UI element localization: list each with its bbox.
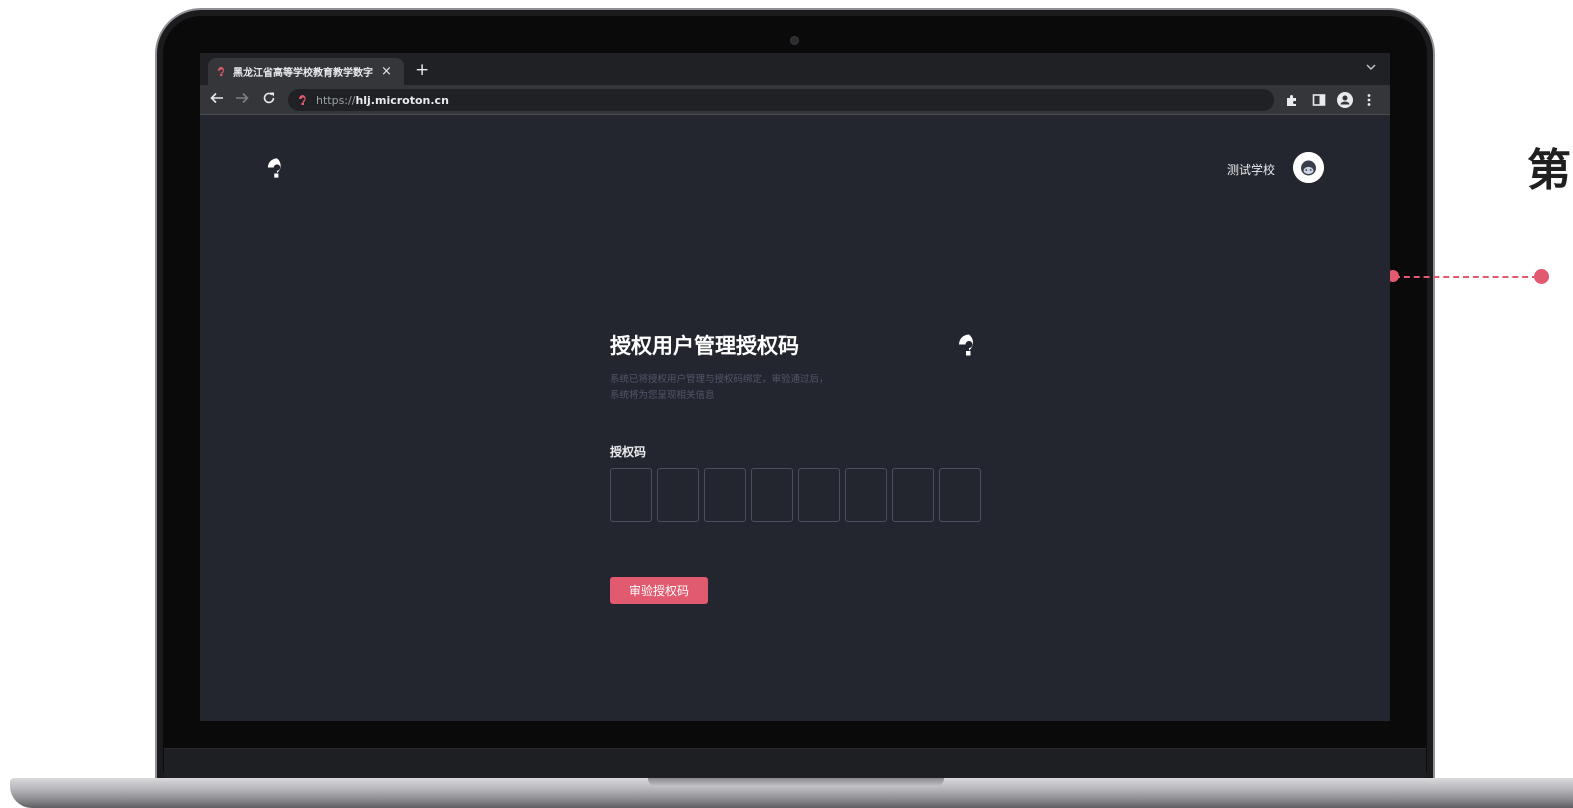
school-name[interactable]: 测试学校 <box>1227 161 1275 178</box>
auth-code-input-group <box>610 468 981 522</box>
url-scheme: https:// <box>316 93 356 107</box>
browser-tab[interactable]: 黑龙江省高等学校教育教学数字 × <box>208 58 404 85</box>
puzzle-icon[interactable] <box>1285 92 1299 108</box>
address-bar[interactable]: https:// hlj.microton.cn <box>288 89 1274 111</box>
avatar-face-icon <box>1293 152 1324 183</box>
auth-code-label: 授权码 <box>610 445 647 459</box>
auth-code-digit-1[interactable] <box>610 468 652 522</box>
dashed-connector-line <box>1394 276 1538 278</box>
tab-close-icon[interactable]: × <box>381 65 392 78</box>
chevron-down-icon[interactable] <box>1366 62 1376 72</box>
auth-code-digit-8[interactable] <box>939 468 981 522</box>
arrow-left-icon[interactable] <box>210 91 224 105</box>
page-content: 测试学校 授权用户管理授权码 系统已将授权用户管理与授权码绑定，审验通过后， 系… <box>200 115 1390 721</box>
description-line-2: 系统将为您呈现相关信息 <box>610 390 715 401</box>
browser-window: 黑龙江省高等学校教育教学数字 × + https:// hlj.microton… <box>200 53 1390 721</box>
brand-logo-icon <box>959 334 973 356</box>
profile-icon[interactable] <box>1337 92 1353 108</box>
side-heading-fragment: 第 <box>1527 145 1571 196</box>
user-avatar[interactable] <box>1293 152 1324 183</box>
auth-code-digit-5[interactable] <box>798 468 840 522</box>
browser-toolbar: https:// hlj.microton.cn <box>200 85 1390 115</box>
reload-icon[interactable] <box>262 91 276 105</box>
side-panel-icon[interactable] <box>1312 92 1326 108</box>
url-host: hlj.microton.cn <box>355 93 449 107</box>
tab-strip: 黑龙江省高等学校教育教学数字 × + <box>200 53 1390 85</box>
tab-title: 黑龙江省高等学校教育教学数字 <box>233 68 373 79</box>
description-line-1: 系统已将授权用户管理与授权码绑定，审验通过后， <box>610 374 829 385</box>
auth-code-digit-2[interactable] <box>657 468 699 522</box>
verify-code-button[interactable]: 审验授权码 <box>610 577 708 604</box>
auth-code-digit-6[interactable] <box>845 468 887 522</box>
new-tab-button[interactable]: + <box>415 60 429 80</box>
laptop-base-notch <box>648 778 944 787</box>
brand-logo-icon[interactable] <box>266 157 288 179</box>
more-vert-icon[interactable] <box>1366 92 1372 108</box>
auth-code-digit-7[interactable] <box>892 468 934 522</box>
camera-dot <box>790 36 799 45</box>
auth-code-digit-3[interactable] <box>704 468 746 522</box>
brand-logo-icon <box>217 66 224 77</box>
brand-logo-icon <box>299 95 306 105</box>
laptop-bezel-chin <box>164 748 1426 778</box>
connector-dot-end <box>1534 269 1549 284</box>
description: 系统已将授权用户管理与授权码绑定，审验通过后， 系统将为您呈现相关信息 <box>610 372 910 404</box>
page-title: 授权用户管理授权码 <box>610 334 799 358</box>
auth-code-digit-4[interactable] <box>751 468 793 522</box>
arrow-right-icon[interactable] <box>235 91 249 105</box>
